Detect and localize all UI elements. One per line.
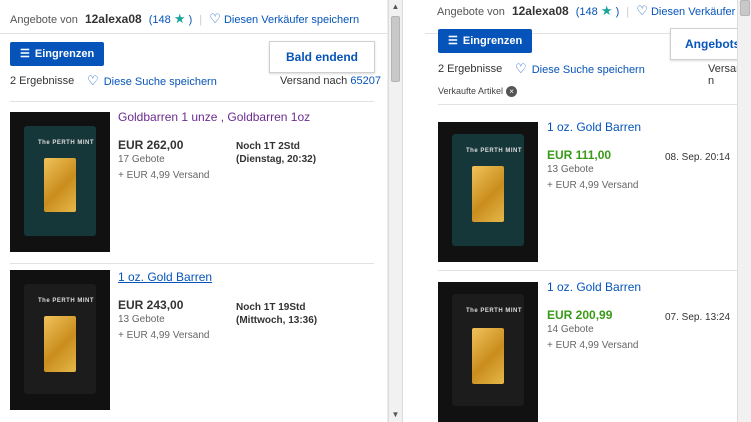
left-results-pane: Angebote von 12alexa08 (148 ★ ) | ♡ Dies… — [0, 0, 387, 422]
scroll-thumb[interactable] — [391, 16, 400, 82]
divider — [438, 104, 748, 105]
seller-prefix: Angebote von — [10, 14, 78, 26]
save-search-label: Diese Suche speichern — [103, 76, 217, 88]
scroll-up-icon[interactable]: ▲ — [389, 0, 402, 14]
item-shipping: + EUR 4,99 Versand — [547, 340, 639, 351]
feedback-score[interactable]: 148 — [579, 6, 597, 18]
heart-icon: ♡ — [515, 61, 527, 76]
gold-bar — [472, 166, 504, 222]
item-end-time: (Mittwoch, 13:36) — [236, 315, 318, 326]
save-seller-link[interactable]: Diesen Verkäufer speichern — [651, 6, 751, 18]
filter-chip[interactable]: Verkaufte Artikel × — [438, 86, 518, 97]
item-image[interactable]: The PERTH MINT — [438, 282, 538, 422]
menu-icon: ☰ — [20, 48, 30, 60]
item-end-time: (Dienstag, 20:32) — [236, 154, 317, 165]
divider — [10, 263, 374, 264]
results-count: 2 Ergebnisse — [438, 63, 503, 75]
sort-dropdown[interactable]: Bald endend — [269, 41, 375, 73]
gold-bar — [44, 158, 76, 212]
list-item: The PERTH MINT 1 oz. Gold Barren EUR 243… — [0, 270, 387, 416]
results-count: 2 Ergebnisse — [10, 75, 75, 87]
gold-bar — [472, 328, 504, 384]
item-price: EUR 243,00 — [118, 298, 184, 312]
ship-to: Versand nach 65207 — [280, 75, 381, 87]
heart-icon: ♡ — [87, 73, 99, 88]
feedback-close: ) — [615, 6, 620, 18]
right-results-pane: Angebote von 12alexa08 (148 ★ ) | ♡ Dies… — [425, 0, 751, 422]
seller-prefix: Angebote von — [437, 6, 505, 18]
item-price: EUR 111,00 — [547, 148, 612, 162]
item-price: EUR 262,00 — [118, 138, 184, 152]
feedback-star-icon: ★ — [600, 3, 613, 18]
right-scrollbar[interactable] — [737, 0, 751, 422]
list-item: The PERTH MINT 1 oz. Gold Barren EUR 200… — [425, 278, 751, 422]
item-title[interactable]: 1 oz. Gold Barren — [547, 120, 641, 134]
menu-icon: ☰ — [448, 35, 458, 47]
seller-bar: Angebote von 12alexa08 (148 ★ ) | ♡ Dies… — [0, 0, 387, 34]
scroll-down-icon[interactable]: ▼ — [389, 408, 402, 422]
item-bids: 14 Gebote — [547, 324, 594, 335]
filter-chip-label: Verkaufte Artikel — [438, 86, 504, 96]
heart-icon[interactable]: ♡ — [209, 11, 221, 26]
mint-logo: The PERTH MINT — [466, 308, 522, 314]
item-image[interactable]: The PERTH MINT — [438, 122, 538, 262]
item-sold-date: 08. Sep. 20:14 — [665, 152, 731, 163]
item-bids: 13 Gebote — [118, 314, 165, 325]
window-gap — [402, 0, 427, 422]
gold-bar — [44, 316, 76, 372]
list-item: The PERTH MINT Goldbarren 1 unze , Goldb… — [0, 110, 387, 258]
close-icon[interactable]: × — [506, 86, 518, 97]
gold-bar-card: The PERTH MINT — [24, 284, 96, 394]
feedback-close: ) — [188, 14, 193, 26]
filter-button[interactable]: ☰ Eingrenzen — [10, 42, 105, 66]
item-title[interactable]: 1 oz. Gold Barren — [118, 270, 212, 284]
seller-name[interactable]: 12alexa08 — [512, 4, 569, 18]
ship-to-label: Versand nach — [280, 75, 348, 87]
item-shipping: + EUR 4,99 Versand — [118, 170, 210, 181]
feedback-star-icon: ★ — [173, 11, 186, 26]
list-item: The PERTH MINT 1 oz. Gold Barren EUR 111… — [425, 118, 751, 268]
item-image[interactable]: The PERTH MINT — [10, 270, 110, 410]
item-bids: 17 Gebote — [118, 154, 165, 165]
filter-button-label: Eingrenzen — [462, 35, 523, 47]
item-bids: 13 Gebote — [547, 164, 594, 175]
filter-button-label: Eingrenzen — [34, 48, 95, 60]
filter-button[interactable]: ☰ Eingrenzen — [438, 29, 533, 53]
item-image[interactable]: The PERTH MINT — [10, 112, 110, 252]
heart-icon[interactable]: ♡ — [636, 3, 648, 18]
item-shipping: + EUR 4,99 Versand — [547, 180, 639, 191]
mint-logo: The PERTH MINT — [38, 140, 94, 146]
item-price: EUR 200,99 — [547, 308, 613, 322]
seller-name[interactable]: 12alexa08 — [85, 12, 142, 26]
gold-bar-card: The PERTH MINT — [24, 126, 96, 236]
divider — [438, 270, 748, 271]
gold-bar-card: The PERTH MINT — [452, 134, 524, 246]
save-search-link[interactable]: ♡ Diese Suche speichern — [515, 61, 645, 77]
item-title[interactable]: 1 oz. Gold Barren — [547, 280, 641, 294]
ship-to-zip[interactable]: 65207 — [350, 75, 381, 87]
gold-bar-card: The PERTH MINT — [452, 294, 524, 406]
divider — [10, 101, 374, 102]
mint-logo: The PERTH MINT — [466, 148, 522, 154]
item-shipping: + EUR 4,99 Versand — [118, 330, 210, 341]
item-time-left: Noch 1T 2Std — [236, 141, 300, 152]
save-search-link[interactable]: ♡ Diese Suche speichern — [87, 73, 217, 89]
scroll-thumb[interactable] — [740, 0, 750, 16]
item-time-left: Noch 1T 19Std — [236, 302, 306, 313]
left-scrollbar[interactable]: ▲ ▼ — [388, 0, 402, 422]
item-sold-date: 07. Sep. 13:24 — [665, 312, 731, 323]
save-search-label: Diese Suche speichern — [531, 64, 645, 76]
item-title[interactable]: Goldbarren 1 unze , Goldbarren 1oz — [118, 110, 310, 124]
mint-logo: The PERTH MINT — [38, 298, 94, 304]
feedback-score[interactable]: 148 — [152, 14, 170, 26]
save-seller-link[interactable]: Diesen Verkäufer speichern — [224, 14, 359, 26]
